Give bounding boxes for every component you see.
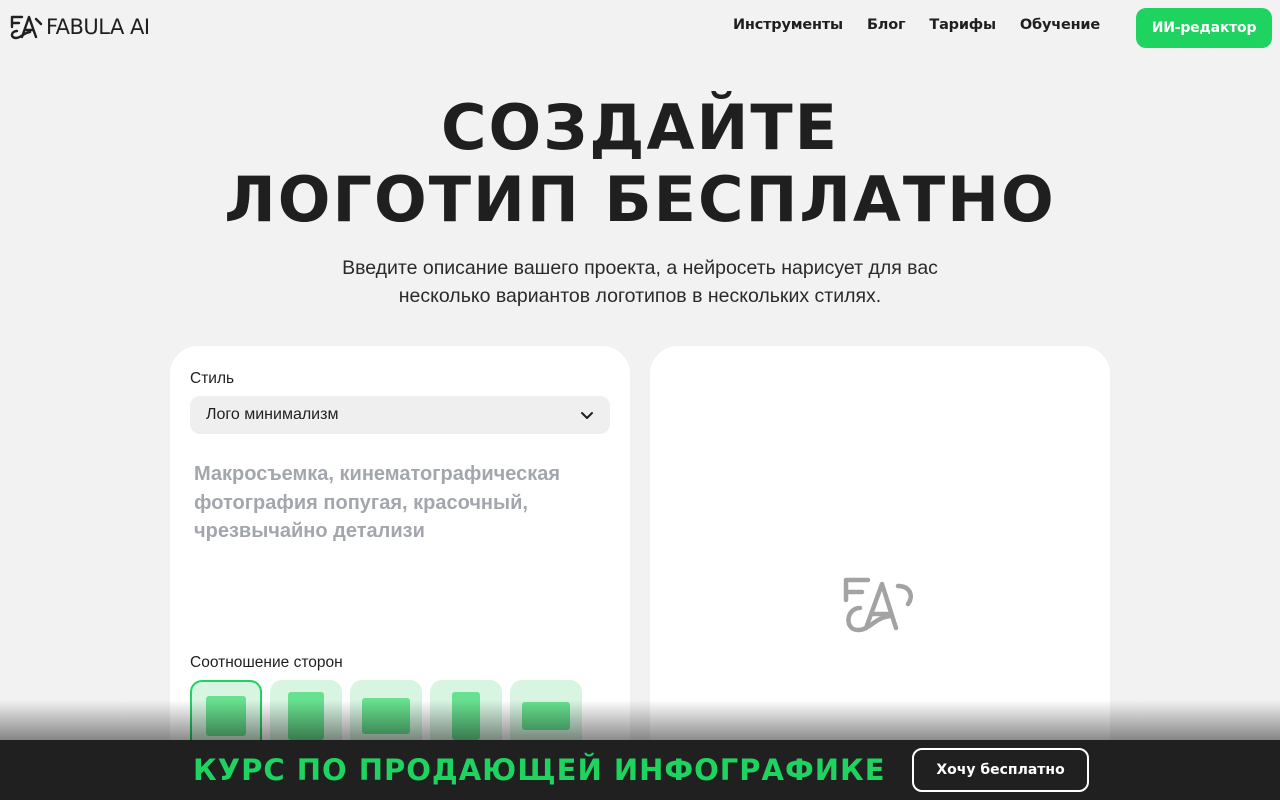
chevron-down-icon [581,412,593,419]
style-select[interactable]: Лого минимализм [190,396,610,434]
site-header: FABULA AI Инструменты Блог Тарифы Обучен… [0,0,1280,56]
free-course-button[interactable]: Хочу бесплатно [912,748,1089,792]
banner-shadow [0,700,1280,740]
promo-banner: КУРС ПО ПРОДАЮЩЕЙ ИНФОГРАФИКЕ Хочу беспл… [0,740,1280,800]
title-line-1: СОЗДАЙТЕ [441,91,839,164]
brand-name: FABULA AI [46,15,150,39]
nav-tools[interactable]: Инструменты [733,17,843,33]
subtitle-line-1: Введите описание вашего проекта, а нейро… [342,257,938,279]
ai-editor-button[interactable]: ИИ-редактор [1136,8,1272,48]
promo-banner-text: КУРС ПО ПРОДАЮЩЕЙ ИНФОГРАФИКЕ [193,753,886,787]
style-label: Стиль [190,370,235,387]
brand-logo[interactable]: FABULA AI [8,12,150,42]
page-subtitle: Введите описание вашего проекта, а нейро… [290,254,990,310]
aspect-ratio-label: Соотношение сторон [190,654,343,671]
title-line-2: ЛОГОТИП БЕСПЛАТНО [224,163,1056,236]
nav-blog[interactable]: Блог [867,17,906,33]
style-select-value: Лого минимализм [206,406,339,423]
main-nav: Инструменты Блог Тарифы Обучение [733,17,1100,33]
subtitle-line-2: несколько вариантов логотипов в нескольк… [398,285,882,307]
nav-pricing[interactable]: Тарифы [929,17,996,33]
fabula-logo-icon [10,15,43,40]
prompt-input[interactable] [194,460,594,610]
nav-learning[interactable]: Обучение [1020,17,1100,33]
page-title: СОЗДАЙТЕ ЛОГОТИП БЕСПЛАТНО [0,92,1280,236]
fabula-placeholder-icon [843,577,913,633]
